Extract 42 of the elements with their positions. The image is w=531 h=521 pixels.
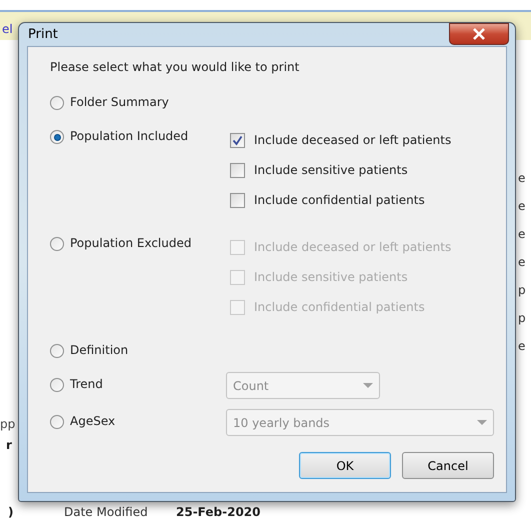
radio-button[interactable] <box>50 130 64 144</box>
background-text: e <box>518 198 526 214</box>
caret-icon <box>363 382 373 388</box>
background-text: pp <box>0 416 16 433</box>
background-text: e <box>518 338 526 354</box>
close-button[interactable] <box>449 23 509 45</box>
ok-button[interactable]: OK <box>299 452 391 479</box>
checkbox[interactable] <box>230 162 245 178</box>
background-text: el <box>2 21 13 38</box>
radio-button[interactable] <box>50 378 64 392</box>
background-text: e <box>518 254 526 270</box>
option-label: Trend <box>70 377 103 392</box>
checkbox-label: Include deceased or left patients <box>254 132 452 149</box>
caret-icon <box>477 420 487 426</box>
close-icon <box>472 28 486 40</box>
checkbox-label: Include confidential patients <box>254 299 425 316</box>
checkbox-label: Include confidential patients <box>254 192 425 209</box>
checkbox[interactable] <box>230 132 245 148</box>
checkbox-label: Include deceased or left patients <box>254 239 452 256</box>
background-text: r <box>6 437 12 454</box>
radio-button[interactable] <box>50 344 64 358</box>
radio-button[interactable] <box>50 237 64 251</box>
background-text: p <box>518 282 526 298</box>
option-label: AgeSex <box>70 414 116 429</box>
radio-button[interactable] <box>50 96 64 110</box>
option-label: Folder Summary <box>70 95 169 110</box>
checkbox[interactable] <box>230 192 245 208</box>
background-text: p <box>518 310 526 326</box>
prompt-text: Please select what you would like to print <box>50 59 300 76</box>
date-modified-value: 25-Feb-2020 <box>176 504 260 521</box>
option-label: Definition <box>70 343 128 358</box>
checkbox-label: Include sensitive patients <box>254 162 408 179</box>
date-modified-label: Date Modified <box>64 504 149 521</box>
option-label: Population Included <box>70 129 188 144</box>
background-text: ) <box>8 504 14 521</box>
checkbox-label: Include sensitive patients <box>254 269 408 286</box>
background-text: e <box>518 226 526 242</box>
radio-button[interactable] <box>50 415 64 429</box>
cancel-button[interactable]: Cancel <box>402 452 494 479</box>
option-label: Population Excluded <box>70 236 192 251</box>
window-title: Print <box>27 26 58 44</box>
background-text: e <box>518 170 526 186</box>
